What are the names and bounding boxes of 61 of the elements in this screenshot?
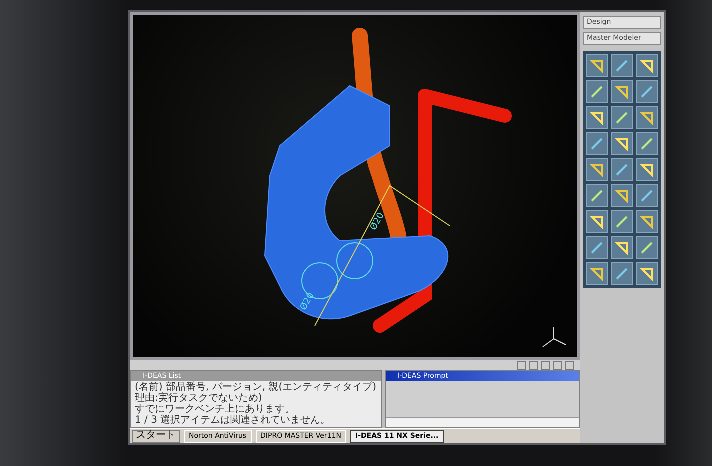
tool-button[interactable] [586,132,608,155]
triangle-icon [590,162,604,176]
input-field[interactable] [386,417,579,428]
tool-button[interactable] [636,106,658,129]
start-button[interactable]: スタート [132,430,180,443]
tool-button[interactable] [611,132,633,155]
triangle-icon [590,110,604,124]
tool-button[interactable] [611,210,633,233]
tool-button[interactable] [636,184,658,207]
line-icon [640,188,654,202]
tool-button[interactable] [611,54,633,77]
line-icon [615,266,629,280]
tool-button[interactable] [586,236,608,259]
triangle-icon [640,214,654,228]
tool-button[interactable] [611,262,633,285]
line-icon [615,58,629,72]
log-line: (名前) 部品番号, バージョン, 親(エンティティタイプ) [135,382,376,394]
tool-button[interactable] [636,132,658,155]
tool-button[interactable] [586,210,608,233]
triangle-icon [640,266,654,280]
line-icon [640,84,654,98]
tool-button[interactable] [586,158,608,181]
triangle-icon [615,188,629,202]
triangle-icon [590,214,604,228]
tool-button[interactable] [586,262,608,285]
tool-button[interactable] [611,80,633,103]
axis-triad-icon [541,325,567,350]
tool-button[interactable] [636,158,658,181]
tool-button[interactable] [636,262,658,285]
triangle-icon [640,110,654,124]
line-icon [615,162,629,176]
tool-button[interactable] [586,54,608,77]
line-icon [590,84,604,98]
triangle-icon [640,162,654,176]
log-line: 理由:実行タスクでないため) [135,393,264,404]
tool-button[interactable] [636,54,658,77]
triangle-icon [615,240,629,254]
triangle-icon [640,58,654,72]
tool-button[interactable] [586,106,608,129]
tool-button[interactable] [636,236,658,259]
triangle-icon [590,266,604,280]
line-icon [640,136,654,150]
tool-button[interactable] [611,236,633,259]
tool-button[interactable] [611,184,633,207]
log-line: 1 / 3 選択アイテムは関連されていません。 [135,415,332,426]
triangle-icon [615,84,629,98]
line-icon [590,188,604,202]
line-icon [615,110,629,124]
line-icon [615,214,629,228]
tool-button[interactable] [636,80,658,103]
tool-button[interactable] [636,210,658,233]
triangle-icon [590,58,604,72]
tool-button[interactable] [611,106,633,129]
triangle-icon [615,136,629,150]
line-icon [590,240,604,254]
tool-button[interactable] [586,184,608,207]
tool-button[interactable] [586,80,608,103]
tool-button[interactable] [611,158,633,181]
line-icon [590,136,604,150]
line-icon [640,240,654,254]
log-line: すでにワークベンチ上にあります。 [135,404,296,416]
